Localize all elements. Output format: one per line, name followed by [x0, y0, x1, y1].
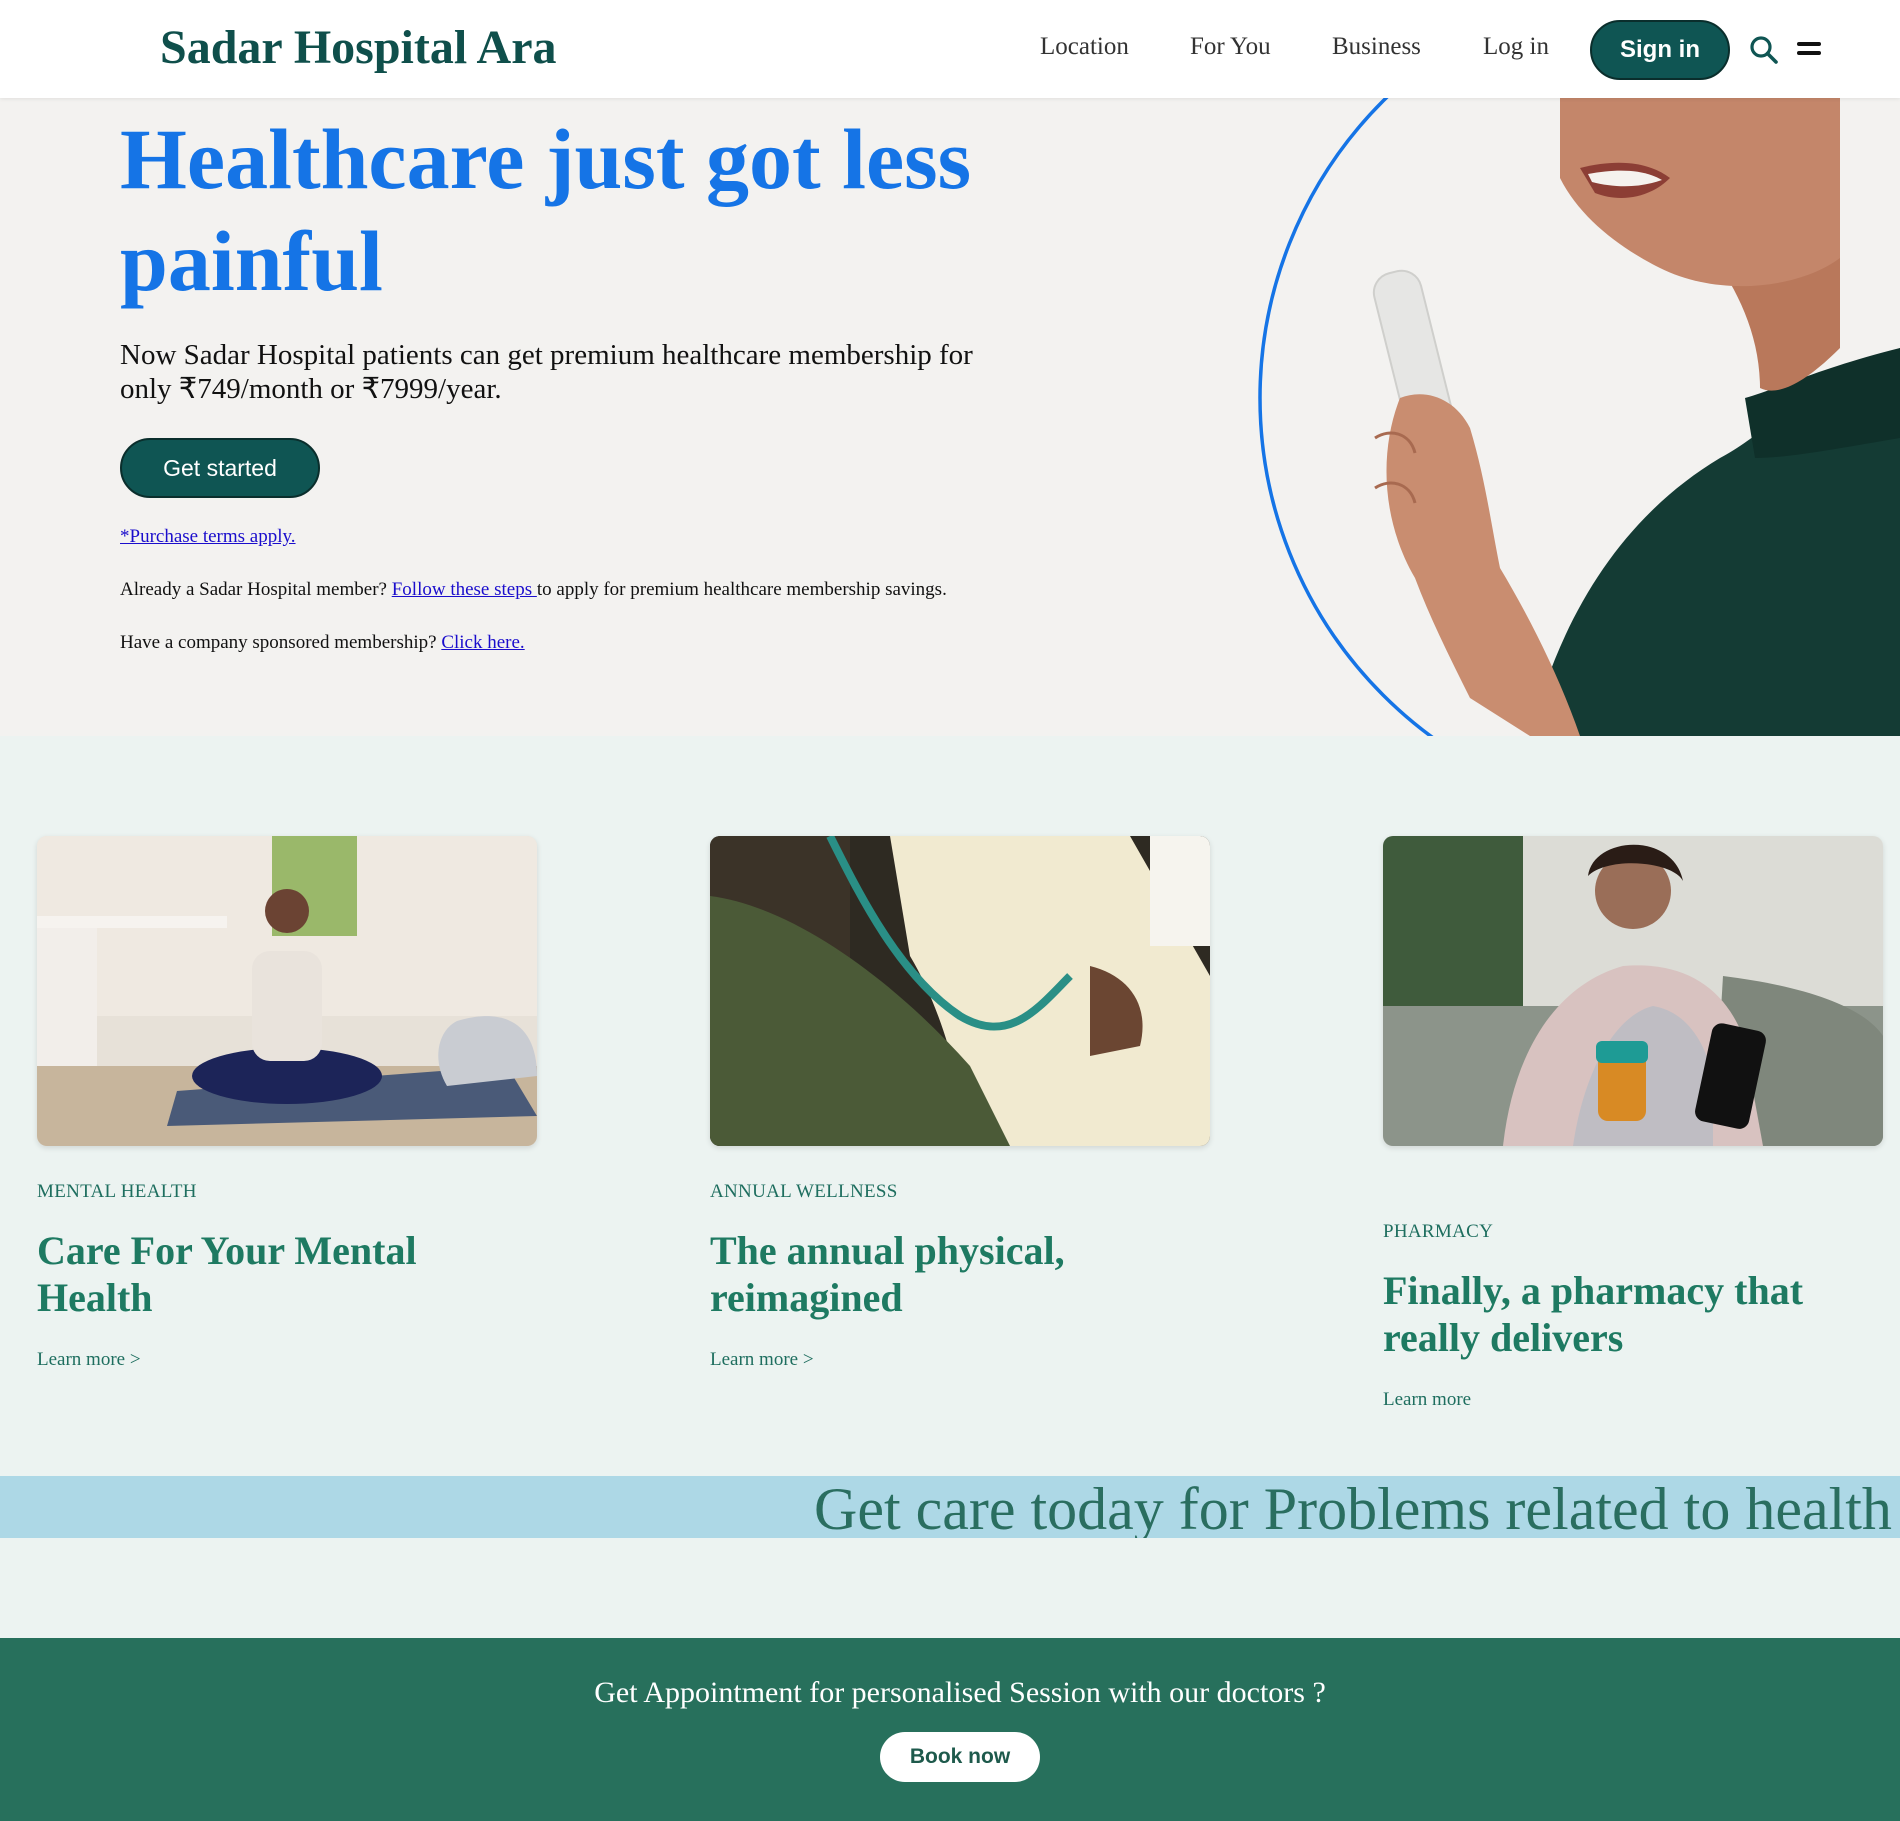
company-note-prefix: Have a company sponsored membership?: [120, 632, 442, 653]
learn-more-link[interactable]: Learn more >: [710, 1349, 1210, 1371]
learn-more-link[interactable]: Learn more >: [37, 1349, 537, 1371]
nav-log-in[interactable]: Log in: [1483, 33, 1549, 61]
hero-title: Healthcare just got less painful: [120, 111, 972, 309]
appointment-section: Get Appointment for personalised Session…: [0, 1638, 1900, 1821]
card-mental-health[interactable]: MENTAL HEALTH Care For Your Mental Healt…: [37, 836, 537, 1371]
top-nav: Sadar Hospital Ara Location For You Busi…: [0, 0, 1900, 98]
brand-logo[interactable]: Sadar Hospital Ara: [160, 20, 557, 75]
search-icon[interactable]: [1749, 35, 1779, 65]
company-note: Have a company sponsored membership? Cli…: [120, 632, 525, 654]
book-now-button[interactable]: Book now: [880, 1732, 1040, 1782]
click-here-link[interactable]: Click here.: [441, 632, 524, 653]
get-started-button[interactable]: Get started: [120, 438, 320, 498]
nav-business[interactable]: Business: [1332, 33, 1421, 61]
card-annual-wellness[interactable]: ANNUAL WELLNESS The annual physical, rei…: [710, 834, 1210, 1371]
sign-in-button[interactable]: Sign in: [1590, 20, 1730, 80]
hero-subtitle: Now Sadar Hospital patients can get prem…: [120, 339, 973, 405]
hero-woman-phone-image: [1258, 98, 1900, 736]
menu-icon[interactable]: [1797, 42, 1821, 56]
card-title: Care For Your Mental Health: [37, 1228, 417, 1320]
member-note-prefix: Already a Sadar Hospital member?: [120, 579, 392, 600]
marquee-text: Get care today for Problems related to h…: [814, 1476, 1892, 1538]
card-title: Finally, a pharmacy that really delivers: [1383, 1268, 1804, 1360]
nav-for-you[interactable]: For You: [1190, 33, 1271, 61]
card-pharmacy[interactable]: PHARMACY Finally, a pharmacy that really…: [1383, 836, 1883, 1411]
learn-more-link[interactable]: Learn more: [1383, 1389, 1883, 1411]
card-category: MENTAL HEALTH: [37, 1181, 197, 1202]
purchase-terms-link[interactable]: *Purchase terms apply.: [120, 526, 296, 548]
meditation-image: [37, 836, 537, 1146]
member-note: Already a Sadar Hospital member? Follow …: [120, 579, 947, 601]
card-category: ANNUAL WELLNESS: [710, 1181, 898, 1202]
nav-location[interactable]: Location: [1040, 33, 1129, 61]
doctor-stethoscope-image: [710, 834, 1210, 1146]
card-title: The annual physical, reimagined: [710, 1228, 1065, 1320]
pharmacy-phone-image: [1383, 836, 1883, 1146]
appointment-text: Get Appointment for personalised Session…: [594, 1676, 1326, 1709]
marquee-band: Get care today for Problems related to h…: [0, 1476, 1900, 1538]
follow-steps-link[interactable]: Follow these steps: [392, 579, 537, 600]
card-category: PHARMACY: [1383, 1221, 1494, 1242]
hero-section: Healthcare just got less painful Now Sad…: [0, 98, 1900, 736]
member-note-suffix: to apply for premium healthcare membersh…: [536, 579, 947, 600]
